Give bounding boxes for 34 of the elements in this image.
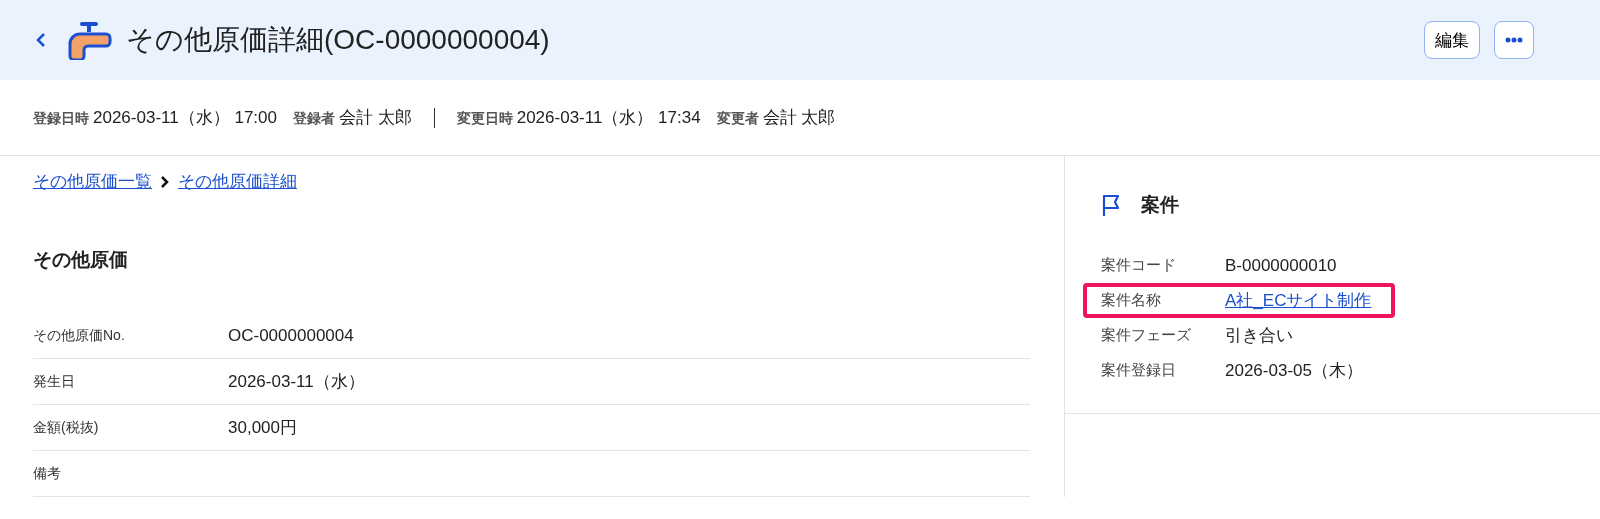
page-title: その他原価詳細(OC-0000000004)	[126, 23, 551, 57]
field-value: 2026-03-05（木）	[1225, 360, 1363, 382]
section-title: その他原価	[33, 248, 129, 272]
meta-value: 会計 太郎	[762, 107, 836, 129]
field-value: B-0000000010	[1225, 255, 1337, 276]
field-value: 引き合い	[1225, 325, 1293, 347]
edit-button[interactable]: 編集	[1424, 21, 1480, 59]
field-label: 案件フェーズ	[1101, 326, 1192, 345]
faucet-icon	[66, 20, 112, 60]
meta-label: 変更者	[716, 110, 759, 128]
meta-label: 登録者	[292, 110, 335, 128]
meta-label: 登録日時	[33, 110, 89, 128]
field-label: 金額(税抜)	[33, 418, 100, 437]
meta-label: 変更日時	[456, 110, 513, 128]
ellipsis-icon	[1505, 37, 1523, 43]
meta-value: 2026-03-11（水） 17:00	[93, 107, 277, 129]
field-label: 発生日	[33, 372, 76, 391]
chevron-left-icon	[34, 31, 48, 49]
more-button[interactable]	[1494, 21, 1534, 59]
field-label: その他原価No.	[33, 326, 126, 345]
breadcrumb-link[interactable]: その他原価一覧	[33, 170, 152, 193]
meta-value: 会計 太郎	[338, 107, 412, 129]
project-link[interactable]: A社_ECサイト制作	[1225, 289, 1372, 312]
field-label: 案件登録日	[1101, 361, 1177, 380]
field-value: 2026-03-11（水）	[228, 371, 365, 393]
field-label: 備考	[33, 464, 62, 483]
breadcrumb-link[interactable]: その他原価詳細	[178, 170, 297, 193]
field-label: 案件コード	[1101, 256, 1177, 275]
field-value: 30,000円	[228, 417, 297, 439]
field-value: OC-0000000004	[228, 325, 354, 346]
chevron-icon	[160, 174, 170, 189]
panel-title: 案件	[1141, 193, 1179, 217]
meta-value: 2026-03-11（水） 17:34	[516, 107, 701, 129]
field-label: 案件名称	[1101, 291, 1162, 310]
